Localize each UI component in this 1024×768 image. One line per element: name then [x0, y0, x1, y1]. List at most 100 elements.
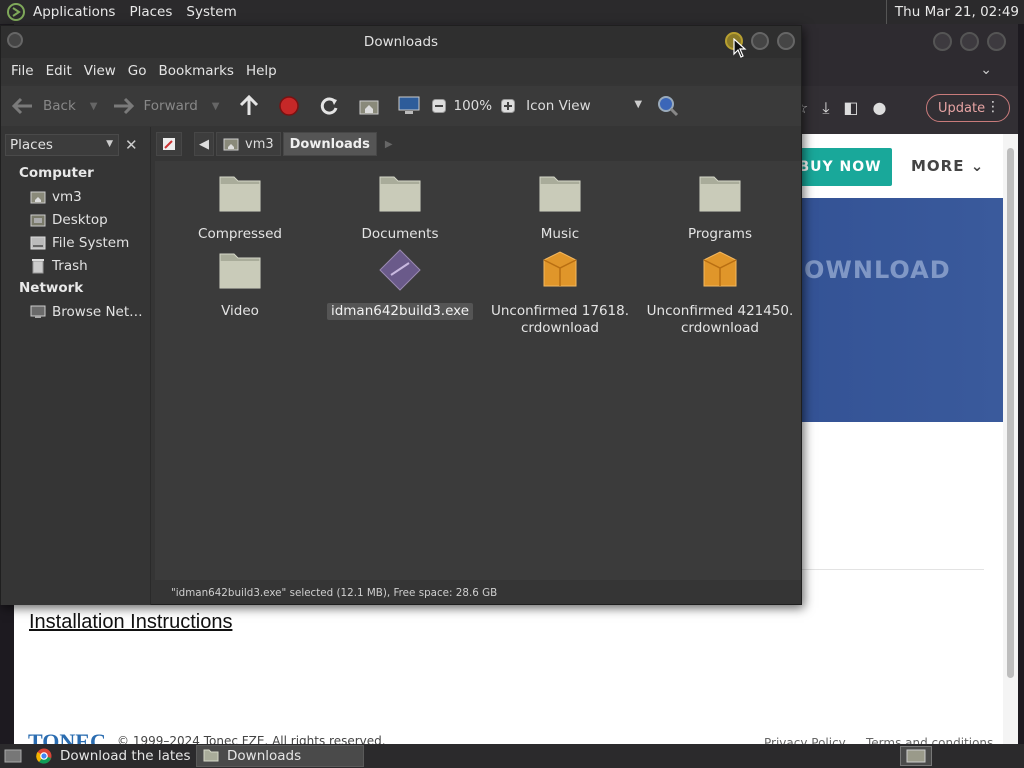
- file-item-unconfirmed-17618[interactable]: Unconfirmed 17618. crdownload: [480, 248, 640, 337]
- show-desktop-icon[interactable]: [2, 747, 24, 765]
- taskbar-item-downloads[interactable]: Downloads: [196, 745, 364, 767]
- downloads-icon[interactable]: ⤓: [822, 98, 829, 118]
- sidebar-item-trash[interactable]: Trash: [30, 256, 88, 276]
- reload-icon: [317, 94, 341, 118]
- folder-icon: [203, 748, 219, 764]
- search-button[interactable]: [656, 91, 680, 121]
- up-button[interactable]: [237, 91, 261, 121]
- path-crumb-downloads[interactable]: Downloads: [282, 132, 377, 156]
- computer-button[interactable]: [397, 91, 421, 121]
- buy-now-button[interactable]: BUY NOW: [788, 148, 892, 186]
- tab-search-chevron-icon[interactable]: ⌄: [980, 62, 992, 78]
- menu-bookmarks[interactable]: Bookmarks: [159, 63, 234, 79]
- status-text: "idman642build3.exe" selected (12.1 MB),…: [171, 585, 498, 599]
- sidebar-item-filesystem[interactable]: File System: [30, 233, 129, 253]
- scrollbar-thumb[interactable]: [1007, 148, 1014, 678]
- file-item-label: idman642build3.exe: [326, 303, 474, 320]
- chevron-down-icon: ⌄: [970, 157, 985, 175]
- taskbar-item-browser[interactable]: Download the lates…: [30, 745, 192, 767]
- workspace-switcher[interactable]: [900, 746, 932, 766]
- sidebar-item-label: Trash: [52, 258, 88, 274]
- view-mode-label: Icon View: [526, 98, 591, 114]
- file-item-video[interactable]: Video: [160, 248, 320, 320]
- icon-view[interactable]: Compressed Documents Music Programs Vide…: [155, 161, 801, 580]
- menu-system[interactable]: System: [186, 4, 236, 20]
- distro-logo-icon[interactable]: [5, 1, 27, 23]
- more-menu[interactable]: MORE ⌄: [911, 157, 984, 175]
- file-item-programs[interactable]: Programs: [640, 171, 800, 243]
- drive-icon: [30, 235, 46, 251]
- browser-minimize-button[interactable]: [933, 32, 952, 51]
- pathbar: ◀ vm3 Downloads ▶: [156, 130, 801, 158]
- browser-scrollbar[interactable]: [1003, 134, 1018, 744]
- sidepanel-icon[interactable]: ◧: [843, 98, 858, 118]
- profile-icon[interactable]: ●: [873, 98, 887, 118]
- back-history-dropdown-icon[interactable]: ▼: [90, 101, 98, 112]
- folder-icon: [219, 176, 261, 212]
- file-item-documents[interactable]: Documents: [320, 171, 480, 243]
- clock[interactable]: Thu Mar 21, 02:49: [885, 0, 1024, 24]
- forward-arrow-icon: [111, 94, 135, 118]
- menu-view[interactable]: View: [84, 63, 116, 79]
- content-divider: [774, 569, 984, 570]
- sidebar-pane-label: Places: [10, 137, 53, 153]
- menu-places[interactable]: Places: [129, 4, 172, 20]
- sidebar-pane-select[interactable]: Places ▼: [5, 134, 119, 156]
- maximize-button[interactable]: [751, 32, 769, 50]
- menu-go[interactable]: Go: [128, 63, 147, 79]
- browser-maximize-button[interactable]: [960, 32, 979, 51]
- back-button[interactable]: Back: [11, 91, 76, 121]
- sidebar-item-desktop[interactable]: Desktop: [30, 210, 108, 230]
- update-button[interactable]: Update ⋮: [926, 94, 1010, 122]
- zoom-level[interactable]: 100%: [453, 98, 492, 114]
- sidebar-item-label: File System: [52, 235, 130, 251]
- path-back-button[interactable]: ◀: [194, 132, 214, 156]
- home-button[interactable]: [357, 91, 381, 121]
- taskbar-item-label: Downloads: [227, 748, 302, 764]
- view-mode-select[interactable]: Icon View ▼: [526, 98, 642, 114]
- location-toggle-button[interactable]: [156, 132, 182, 156]
- reload-button[interactable]: [317, 91, 341, 121]
- path-right-arrow-icon[interactable]: ▶: [385, 139, 393, 150]
- close-button[interactable]: [777, 32, 795, 50]
- status-bar: "idman642build3.exe" selected (12.1 MB),…: [155, 580, 801, 604]
- file-item-unconfirmed-421450[interactable]: Unconfirmed 421450. crdownload: [640, 248, 800, 337]
- top-panel: Applications Places System Thu Mar 21, 0…: [0, 0, 1024, 24]
- window-menu-button[interactable]: [7, 32, 23, 48]
- window-title: Downloads: [363, 34, 439, 50]
- menu-applications[interactable]: Applications: [33, 4, 115, 20]
- package-icon: [543, 251, 577, 287]
- sidebar-close-icon[interactable]: ✕: [125, 136, 138, 154]
- bottom-panel: Download the lates… Downloads: [0, 744, 1024, 768]
- back-arrow-icon: [11, 94, 35, 118]
- forward-label: Forward: [143, 98, 198, 114]
- sidebar-dropdown-icon: ▼: [106, 139, 113, 149]
- forward-history-dropdown-icon[interactable]: ▼: [212, 101, 220, 112]
- mouse-cursor-icon: [733, 38, 747, 58]
- fm-toolbar: Back ▼ Forward ▼ 100% Icon View ▼: [1, 86, 801, 126]
- home-folder-icon: [357, 94, 381, 118]
- file-item-music[interactable]: Music: [480, 171, 640, 243]
- desktop-icon: [30, 212, 46, 228]
- zoom-in-button[interactable]: [500, 91, 516, 121]
- forward-button[interactable]: Forward: [111, 91, 198, 121]
- path-crumb-vm3[interactable]: vm3: [216, 132, 281, 156]
- file-item-compressed[interactable]: Compressed: [160, 171, 320, 243]
- file-item-idman-exe[interactable]: idman642build3.exe: [320, 248, 480, 320]
- browser-menu-icon[interactable]: ⋮: [986, 99, 1000, 115]
- folder-icon: [699, 176, 741, 212]
- stop-button[interactable]: [277, 91, 301, 121]
- fm-titlebar[interactable]: Downloads: [1, 26, 801, 58]
- sidebar-item-browse-network[interactable]: Browse Net…: [30, 302, 143, 322]
- trash-icon: [30, 258, 46, 274]
- package-icon: [703, 251, 737, 287]
- sidebar-item-vm3[interactable]: vm3: [30, 187, 82, 207]
- zoom-out-button[interactable]: [431, 91, 447, 121]
- installation-instructions-link[interactable]: Installation Instructions: [29, 611, 232, 634]
- home-folder-icon: [30, 189, 46, 205]
- menu-edit[interactable]: Edit: [46, 63, 72, 79]
- browser-close-button[interactable]: [987, 32, 1006, 51]
- edit-location-icon: [163, 138, 175, 150]
- menu-help[interactable]: Help: [246, 63, 277, 79]
- menu-file[interactable]: File: [11, 63, 34, 79]
